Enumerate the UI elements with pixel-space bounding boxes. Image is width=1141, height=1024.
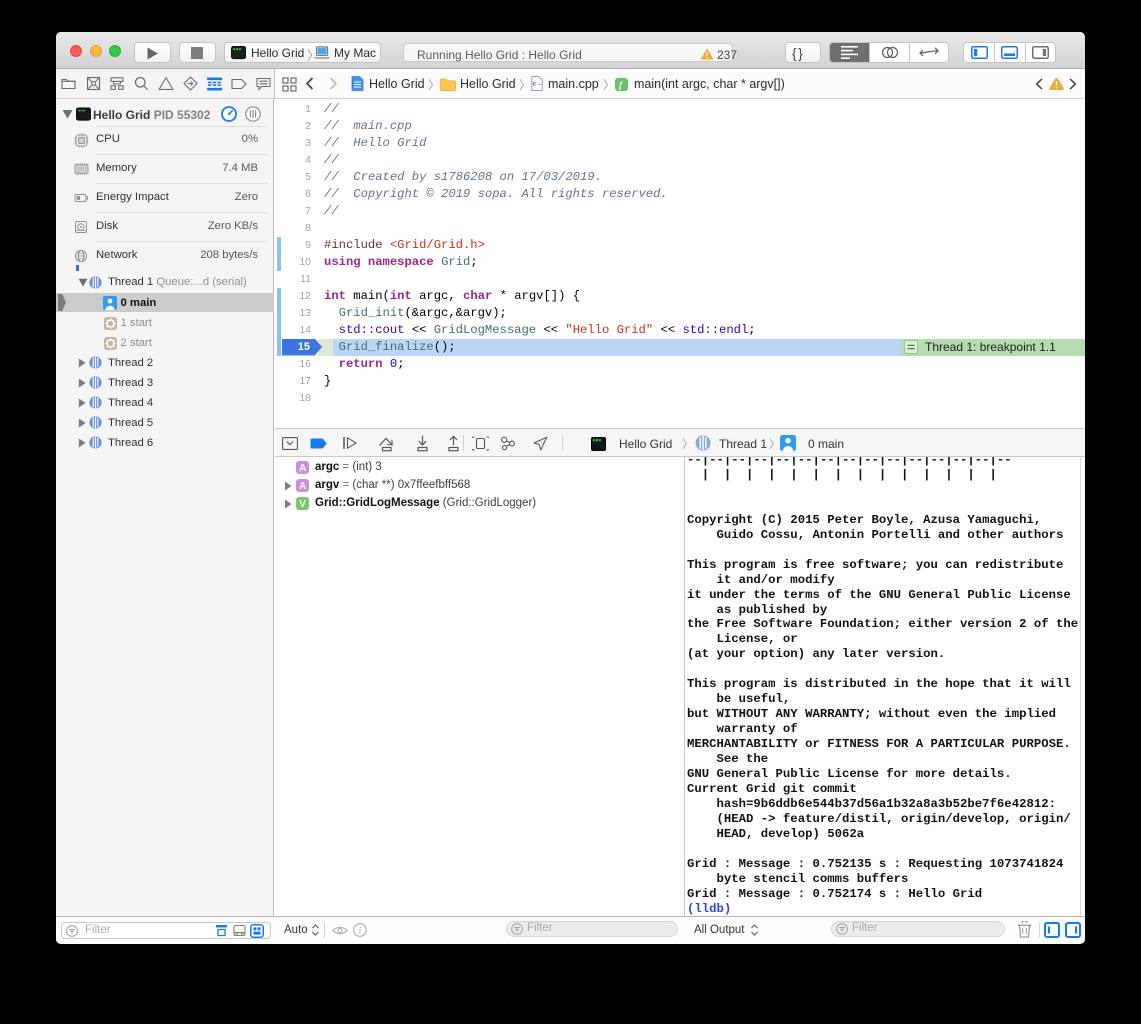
svg-text:i: i xyxy=(359,926,362,936)
svg-text:A: A xyxy=(299,481,306,492)
svg-text:V: V xyxy=(299,499,306,510)
svg-text:A: A xyxy=(299,463,306,474)
svg-text:c↔: c↔ xyxy=(533,81,543,88)
